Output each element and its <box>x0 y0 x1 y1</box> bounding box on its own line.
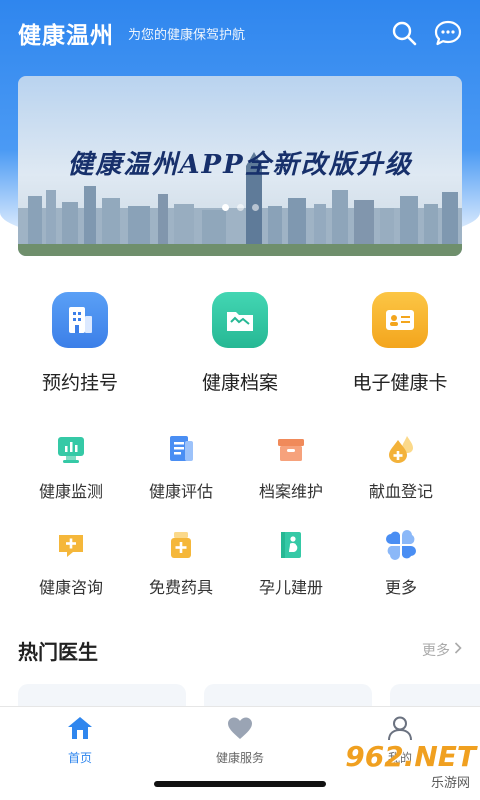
chat-plus-icon <box>54 528 88 562</box>
service-label: 预约挂号 <box>41 372 118 394</box>
grid-pregnancy-record[interactable]: 孕儿建册 <box>236 528 346 608</box>
search-icon[interactable] <box>390 19 418 47</box>
grid-label: 档案维护 <box>258 482 323 501</box>
folder-icon <box>212 292 268 348</box>
heart-icon <box>226 715 254 745</box>
more-label: 更多 <box>422 643 450 659</box>
grid-free-medicine[interactable]: 免费药具 <box>126 528 236 608</box>
app-header: 健康温州 为您的健康保驾护航 <box>0 0 480 66</box>
pagination-dot[interactable] <box>236 204 244 211</box>
monitor-icon <box>54 432 88 466</box>
section-title: 热门医生 <box>18 639 98 664</box>
grid-health-consult[interactable]: 健康咨询 <box>16 528 126 608</box>
pagination-dot[interactable] <box>251 204 259 211</box>
hot-doctors-header: 热门医生 更多 <box>18 636 462 664</box>
watermark-logo: 962.NET <box>345 740 476 773</box>
service-health-card[interactable]: 电子健康卡 <box>320 292 480 402</box>
pregnancy-book-icon <box>274 528 308 562</box>
home-indicator[interactable] <box>154 781 326 787</box>
grid-row-2: 健康咨询 免费药具 孕儿建册 更多 <box>0 528 480 608</box>
header-actions <box>390 19 462 47</box>
service-health-record[interactable]: 健康档案 <box>160 292 320 402</box>
tab-label: 健康服务 <box>215 751 264 765</box>
pagination-dot[interactable] <box>221 204 229 211</box>
medicine-bottle-icon <box>164 528 198 562</box>
promo-banner[interactable]: 健康温州APP全新改版升级 <box>18 76 462 256</box>
app-slogan: 为您的健康保驾护航 <box>128 27 246 43</box>
grid-more[interactable]: 更多 <box>346 528 456 608</box>
service-label: 电子健康卡 <box>352 372 448 394</box>
chevron-right-icon <box>454 642 462 658</box>
grid-label: 健康咨询 <box>38 578 103 597</box>
id-card-icon <box>372 292 428 348</box>
grid-blood-donation[interactable]: 献血登记 <box>346 432 456 512</box>
app-title: 健康温州 <box>18 23 114 49</box>
grid-label: 更多 <box>384 578 417 597</box>
banner-pagination <box>0 204 480 211</box>
message-icon[interactable] <box>434 19 462 47</box>
grid-label: 免费药具 <box>148 578 213 597</box>
tab-home[interactable]: 首页 <box>0 707 160 800</box>
tab-label: 首页 <box>67 751 92 765</box>
grid-label: 健康评估 <box>148 482 213 501</box>
banner-title: 健康温州APP全新改版升级 <box>67 150 413 180</box>
more-link[interactable]: 更多 <box>422 640 462 660</box>
service-label: 健康档案 <box>201 372 278 394</box>
building-icon <box>52 292 108 348</box>
home-icon <box>66 715 94 745</box>
grid-health-monitor[interactable]: 健康监测 <box>16 432 126 512</box>
grid-label: 孕儿建册 <box>258 578 323 597</box>
more-grid-icon <box>384 528 418 562</box>
archive-box-icon <box>274 432 308 466</box>
main-services: 预约挂号 健康档案 电子健康卡 <box>0 292 480 402</box>
report-icon <box>164 432 198 466</box>
grid-label: 献血登记 <box>368 482 433 501</box>
watermark-text: 乐游网 <box>430 776 470 791</box>
site-watermark: 962.NET 乐游网 <box>344 742 476 792</box>
grid-record-maintenance[interactable]: 档案维护 <box>236 432 346 512</box>
service-appointment[interactable]: 预约挂号 <box>0 292 160 402</box>
grid-label: 健康监测 <box>38 482 103 501</box>
blood-drop-icon <box>384 432 418 466</box>
grid-row-1: 健康监测 健康评估 档案维护 献血登记 <box>0 432 480 512</box>
grid-health-assessment[interactable]: 健康评估 <box>126 432 236 512</box>
